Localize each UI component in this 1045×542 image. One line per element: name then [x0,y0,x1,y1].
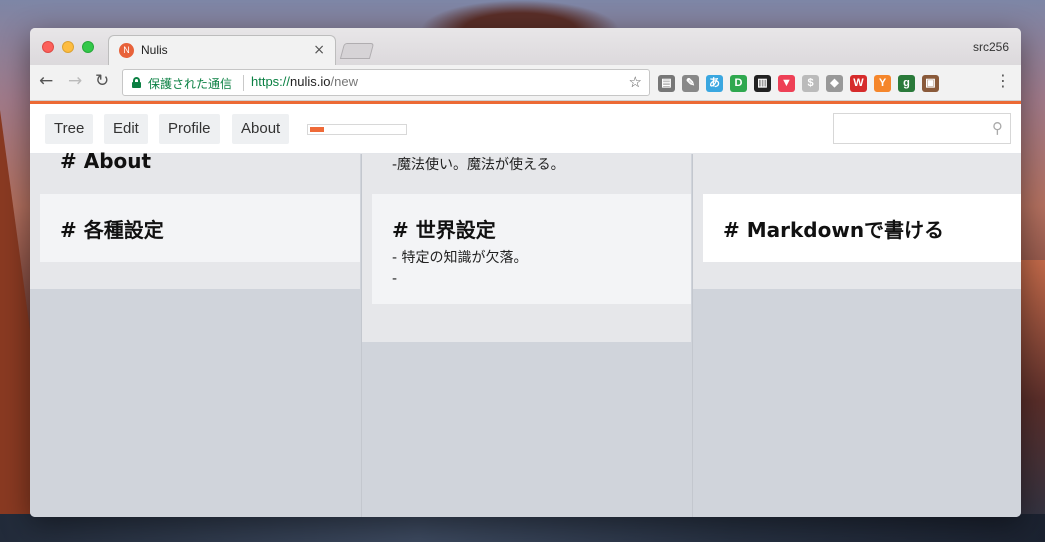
settings-card-title: # 各種設定 [60,218,164,242]
desktop-mountain-peak [420,0,620,30]
ext-page-icon[interactable]: ▤ [658,74,675,92]
zoom-window-button[interactable] [82,41,94,53]
desktop-foreground [0,514,1045,542]
column-2: -魔法使い。魔法が使える。 # 世界設定 - 特定の知識が欠落。 - [361,154,691,517]
ext-dollar-icon[interactable]: $ [802,74,819,92]
settings-card[interactable]: # 各種設定 [40,194,360,262]
about-card-title: # About [60,149,152,173]
ext-pocket-icon[interactable]: ▼ [778,74,795,92]
url-text[interactable]: https://nulis.io/new [251,74,358,89]
ext-photo-icon[interactable]: ▣ [922,74,939,92]
profile-nav-button[interactable]: Profile [159,114,220,144]
ext-pushbullet-icon[interactable]: D [730,74,747,92]
tab-close-icon[interactable]: × [313,42,325,58]
minimize-window-button[interactable] [62,41,74,53]
url-host: nulis.io [290,74,331,89]
browser-tab[interactable]: N Nulis × [108,35,336,65]
lock-icon [132,77,141,88]
column-3-top-card[interactable] [693,154,1021,184]
browser-menu-icon[interactable]: ⋮ [995,71,1011,90]
tree-nav-button[interactable]: Tree [45,114,94,144]
world-settings-card[interactable]: # 世界設定 - 特定の知識が欠落。 - [372,194,691,304]
browser-profile-name[interactable]: src256 [973,40,1009,54]
forward-arrow-icon[interactable]: → [68,71,82,91]
edit-nav-button[interactable]: Edit [104,114,148,144]
column-3: # Markdownで書ける [692,154,1021,517]
back-arrow-icon[interactable]: ← [39,71,53,91]
title-bar[interactable]: N Nulis × src256 [30,28,1021,65]
browser-window: N Nulis × src256 ← → ↻ 保護された通信 https://n… [30,28,1021,517]
search-input[interactable]: ⚲ [833,113,1011,144]
markdown-card-title: # Markdownで書ける [723,218,945,242]
column-1: # About # 各種設定 [30,149,360,517]
markdown-card[interactable]: # Markdownで書ける [703,194,1021,262]
bookmark-star-icon[interactable]: ☆ [629,73,642,91]
extensions-bar: ▤ ✎ あ D ▥ ▼ $ ◆ W Yg ▣ [658,72,939,94]
search-icon[interactable]: ⚲ [992,119,1003,137]
close-window-button[interactable] [42,41,54,53]
address-bar[interactable]: 保護された通信 https://nulis.io/new ☆ [122,69,650,96]
world-settings-line: - [392,271,398,287]
url-scheme: https:// [251,74,291,89]
secure-connection-label[interactable]: 保護された通信 [148,75,232,92]
progress-bar [307,124,407,135]
app-header: Tree Edit Profile About ⚲ [30,104,1021,154]
ext-y-icon[interactable]: Y [874,74,891,92]
ext-w-icon[interactable]: W [850,74,867,92]
about-nav-button[interactable]: About [232,114,290,144]
ext-pin-icon[interactable]: ✎ [682,74,699,92]
ext-tag-icon[interactable]: ◆ [826,74,843,92]
world-settings-line: - 特定の知識が欠落。 [392,250,528,266]
columns-area: # About # 各種設定 -魔法使い。魔法が使える。 # 世界設定 - 特定… [30,149,1021,517]
reload-icon[interactable]: ↻ [95,71,109,91]
address-divider [243,75,244,91]
tab-title: Nulis [141,43,168,57]
url-path: /new [330,74,358,89]
nulis-favicon-icon: N [119,43,134,58]
column-1-top-card[interactable]: # About [30,149,360,194]
ext-g-icon[interactable]: g [898,74,915,92]
new-tab-button[interactable] [339,43,375,59]
ext-archive-icon[interactable]: ▥ [754,74,771,92]
browser-toolbar: ← → ↻ 保護された通信 https://nulis.io/new ☆ ▤ ✎ あ… [30,65,1021,101]
ext-translate-icon[interactable]: あ [706,74,723,92]
progress-fill [310,127,324,132]
wizard-description-line[interactable]: -魔法使い。魔法が使える。 [392,154,565,174]
world-settings-card-title: # 世界設定 [392,218,496,242]
